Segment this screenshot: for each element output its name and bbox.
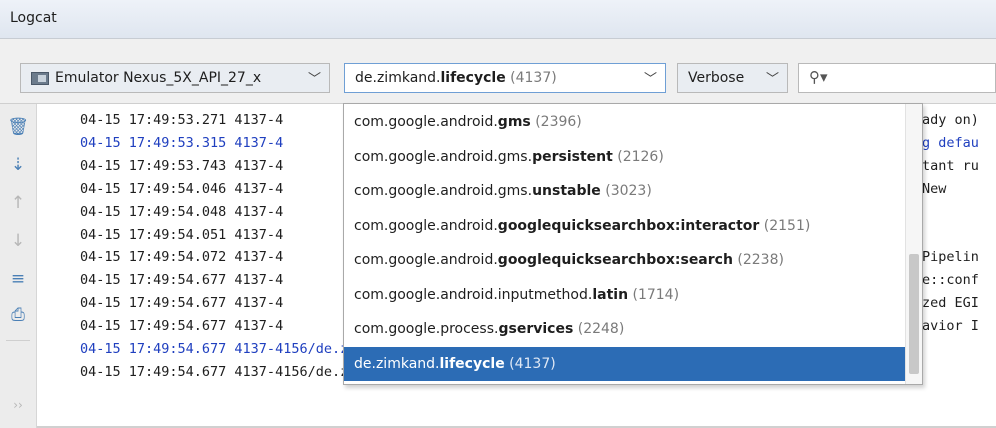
dropdown-scrollbar[interactable] (905, 104, 922, 384)
log-line: 04-15 17:49:53.315 4137-4 (80, 134, 284, 151)
dropdown-scrollbar-thumb[interactable] (909, 254, 919, 374)
chevron-down-icon: ﹀ (643, 72, 657, 87)
trash-icon[interactable]: 🗑 (7, 116, 29, 138)
logcat-titlebar: Logcat (0, 0, 996, 39)
log-line-tail: ady on) (922, 112, 979, 128)
log-level-selector[interactable]: Verbose ﹀ (677, 63, 788, 93)
log-line: 04-15 17:49:54.072 4137-4 (80, 249, 284, 266)
device-icon (31, 72, 49, 85)
log-line-tail: New (922, 180, 947, 197)
log-line: 04-15 17:49:54.051 4137-4 (80, 226, 284, 243)
process-option[interactable]: de.zimkand.lifecycle (4137) (344, 346, 906, 381)
log-line-tail: e::conf (922, 272, 979, 289)
process-option[interactable]: com.google.android.gms.unstable (3023) (344, 174, 906, 208)
process-dropdown-list[interactable]: com.google.android.gms (2396) com.google.… (343, 103, 923, 385)
log-line-tail: Pipelin (922, 249, 979, 266)
restart-icon[interactable]: ⇣ (7, 154, 29, 176)
logcat-toolbar: Emulator Nexus_5X_API_27_x ﹀ de.zimkand.… (0, 39, 996, 104)
process-option[interactable]: com.google.android.googlequicksearchbox:… (344, 209, 906, 243)
scroll-up-icon[interactable]: ↑ (7, 192, 29, 214)
process-option[interactable]: com.google.process.gservices (2248) (344, 312, 906, 346)
chevron-down-icon: ﹀ (307, 72, 321, 87)
process-option[interactable]: com.google.android.googlequicksearchbox:… (344, 243, 906, 277)
more-icon[interactable]: ›› (7, 394, 29, 416)
search-input[interactable]: ⚲▾ (798, 63, 996, 93)
log-line-tail: tant ru (922, 157, 979, 174)
log-line: 04-15 17:49:54.677 4137-4 (80, 272, 284, 289)
process-option[interactable]: com.google.android.gms (2396) (344, 105, 906, 139)
log-line: 04-15 17:49:54.048 4137-4 (80, 203, 284, 220)
logcat-side-toolbar: 🗑 ⇣ ↑ ↓ ≡ ⎙ ›› (0, 104, 37, 428)
process-option[interactable]: com.google.android.inputmethod.latin (17… (344, 278, 906, 312)
log-line: 04-15 17:49:54.046 4137-4 (80, 180, 284, 197)
log-line: 04-15 17:49:53.743 4137-4 (80, 157, 284, 174)
device-selector-label: Emulator Nexus_5X_API_27_x (55, 70, 262, 86)
device-selector[interactable]: Emulator Nexus_5X_API_27_x ﹀ (20, 63, 330, 93)
log-line: 04-15 17:49:54.677 4137-4 (80, 295, 284, 312)
process-selector-label: de.zimkand.lifecycle (4137) (355, 70, 557, 86)
log-line-tail: avior I (922, 318, 979, 335)
log-line: 04-15 17:49:54.677 4137-4 (80, 318, 284, 335)
chevron-down-icon: ﹀ (765, 72, 779, 87)
print-icon[interactable]: ⎙ (7, 304, 29, 326)
log-line: 04-15 17:49:53.271 4137-4 (80, 112, 284, 128)
log-line-tail: zed EGI (922, 295, 979, 312)
log-line-tail: g defau (922, 134, 979, 151)
log-level-label: Verbose (688, 70, 745, 86)
process-option[interactable]: com.google.android.gms.persistent (2126) (344, 140, 906, 174)
toolbar-divider (6, 340, 30, 341)
search-icon: ⚲▾ (809, 68, 828, 86)
window-title: Logcat (10, 10, 57, 26)
process-selector[interactable]: de.zimkand.lifecycle (4137) ﹀ (344, 63, 666, 93)
soft-wrap-icon[interactable]: ≡ (7, 268, 29, 290)
scroll-down-icon[interactable]: ↓ (7, 230, 29, 252)
